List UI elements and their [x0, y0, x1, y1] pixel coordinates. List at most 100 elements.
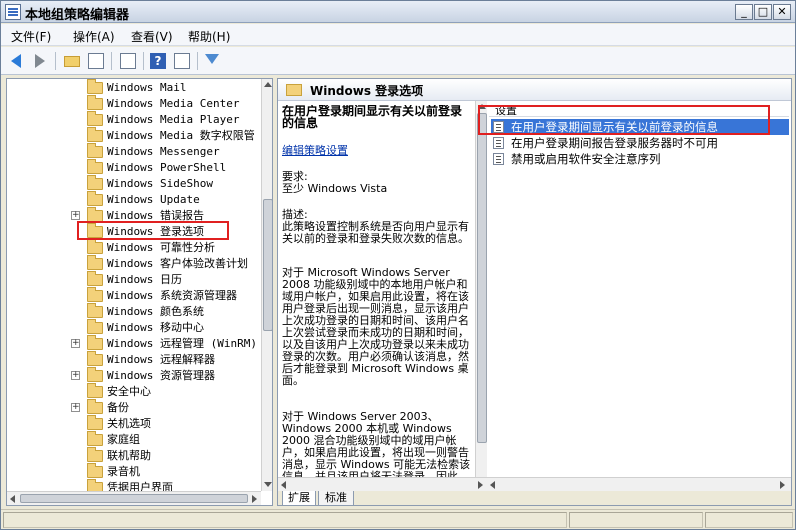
tree-item[interactable]: Windows Media 数字权限管: [7, 127, 257, 144]
scroll-down-icon[interactable]: [264, 482, 272, 487]
help-icon: ?: [150, 53, 166, 69]
folder-icon: [87, 463, 103, 478]
export-list-button[interactable]: [119, 52, 137, 70]
status-bar: [1, 509, 795, 529]
tree-item-label: Windows Update: [107, 193, 200, 206]
tree-horizontal-scrollbar[interactable]: [7, 491, 261, 505]
details-horizontal-scrollbar[interactable]: [278, 477, 791, 491]
menu-action[interactable]: 操作(A): [73, 28, 115, 45]
scroll-right-icon[interactable]: [252, 495, 257, 503]
expand-icon[interactable]: +: [71, 403, 80, 412]
tree-item-label: 安全中心: [107, 385, 151, 398]
tree-item-label: 录音机: [107, 465, 140, 478]
tree-item[interactable]: Windows PowerShell: [7, 159, 257, 176]
tree-item[interactable]: Windows 远程解释器: [7, 351, 257, 368]
scroll-right-icon[interactable]: [478, 481, 483, 489]
menu-file[interactable]: 文件(F): [11, 28, 51, 45]
close-button[interactable]: ✕: [773, 4, 791, 20]
policy-setting-row[interactable]: 禁用或启用软件安全注意序列: [491, 151, 789, 167]
scroll-left-icon[interactable]: [281, 481, 286, 489]
scroll-left-icon[interactable]: [10, 495, 15, 503]
description-paragraph-1: 对于 Microsoft Windows Server 2008 功能级别域中的…: [282, 266, 469, 387]
export-list-icon: [120, 53, 136, 69]
view-tabs: 扩展 标准: [278, 491, 791, 505]
tree-scroll-thumb[interactable]: [263, 199, 272, 331]
description-scroll-thumb[interactable]: [477, 113, 487, 443]
tree-vertical-scrollbar[interactable]: [261, 79, 272, 491]
description-scrollbar[interactable]: [475, 101, 487, 495]
tree-item[interactable]: Windows Messenger: [7, 143, 257, 160]
tree-item-label: Windows 远程管理 (WinRM): [107, 337, 257, 350]
tree-item-label: Windows 远程解释器: [107, 353, 215, 366]
help-button[interactable]: ?: [149, 52, 167, 70]
tree-item[interactable]: Windows 客户体验改善计划: [7, 255, 257, 272]
folder-icon: [87, 175, 103, 190]
tree-item[interactable]: 关机选项: [7, 415, 257, 432]
tree-item-label: Windows 资源管理器: [107, 369, 215, 382]
menu-help[interactable]: 帮助(H): [188, 28, 230, 45]
expand-icon[interactable]: +: [71, 339, 80, 348]
scroll-up-icon[interactable]: [264, 82, 272, 87]
console-tree: Windows Mail Windows Media Center Windows …: [6, 78, 273, 506]
folder-icon: [87, 383, 103, 398]
scroll-right-icon[interactable]: [780, 481, 785, 489]
folder-icon: [87, 447, 103, 462]
tree-item[interactable]: 录音机: [7, 463, 257, 480]
tree-item-label: Windows 系统资源管理器: [107, 289, 237, 302]
tab-extended[interactable]: 扩展: [282, 491, 316, 505]
expand-icon[interactable]: +: [71, 371, 80, 380]
tree-item[interactable]: Windows 系统资源管理器: [7, 287, 257, 304]
tree-hscroll-thumb[interactable]: [20, 494, 248, 503]
folder-icon: [87, 431, 103, 446]
tree-item[interactable]: 家庭组: [7, 431, 257, 448]
tree-item[interactable]: + Windows 资源管理器: [7, 367, 257, 384]
folder-icon: [87, 303, 103, 318]
properties-button[interactable]: [173, 52, 191, 70]
tree-item[interactable]: Windows 日历: [7, 271, 257, 288]
tree-item[interactable]: + 备份: [7, 399, 257, 416]
toolbar-separator: [197, 52, 198, 70]
tree-item[interactable]: Windows 颜色系统: [7, 303, 257, 320]
tree-item[interactable]: Windows 可靠性分析: [7, 239, 257, 256]
toolbar-separator: [143, 52, 144, 70]
back-button[interactable]: [9, 52, 27, 70]
policy-description-panel: 在用户登录期间显示有关以前登录的信息 编辑策略设置 要求: 至少 Windows…: [282, 105, 474, 497]
folder-icon: [87, 271, 103, 286]
minimize-button[interactable]: _: [735, 4, 753, 20]
folder-icon: [87, 95, 103, 110]
expand-icon[interactable]: +: [71, 211, 80, 220]
filter-button[interactable]: [203, 52, 221, 70]
forward-button[interactable]: [31, 52, 49, 70]
policy-setting-row[interactable]: 在用户登录期间报告登录服务器时不可用: [491, 135, 789, 151]
up-level-button[interactable]: [63, 52, 81, 70]
folder-icon: [87, 79, 103, 94]
show-hide-tree-button[interactable]: [87, 52, 105, 70]
tree-item[interactable]: 联机帮助: [7, 447, 257, 464]
folder-icon: [87, 255, 103, 270]
folder-icon: [87, 239, 103, 254]
tree-item-label: 家庭组: [107, 433, 140, 446]
tree-item[interactable]: + Windows 远程管理 (WinRM): [7, 335, 257, 352]
tree-item[interactable]: Windows 移动中心: [7, 319, 257, 336]
tree-item-label: Windows Media 数字权限管: [107, 129, 255, 142]
tree-item[interactable]: Windows Media Center: [7, 95, 257, 112]
tree-item[interactable]: Windows SideShow: [7, 175, 257, 192]
folder-up-icon: [64, 56, 80, 67]
tab-standard[interactable]: 标准: [318, 491, 354, 505]
description-text: 此策略设置控制系统是否向用户显示有关以前的登录和登录失败次数的信息。: [282, 220, 469, 245]
edit-policy-link[interactable]: 编辑策略设置: [282, 144, 348, 157]
tree-item-label: Windows Mail: [107, 81, 187, 94]
status-cell-3: [705, 512, 793, 528]
tree-item[interactable]: Windows Update: [7, 191, 257, 208]
policy-title: 在用户登录期间显示有关以前登录的信息: [282, 105, 463, 130]
tree-item[interactable]: 安全中心: [7, 383, 257, 400]
scroll-left-icon[interactable]: [490, 481, 495, 489]
menu-view[interactable]: 查看(V): [131, 28, 173, 45]
maximize-button[interactable]: □: [754, 4, 772, 20]
back-arrow-icon: [11, 54, 21, 68]
tree-item[interactable]: Windows Media Player: [7, 111, 257, 128]
tree-item[interactable]: Windows Mail: [7, 79, 257, 96]
folder-icon: [87, 415, 103, 430]
details-pane: Windows 登录选项 在用户登录期间显示有关以前登录的信息 编辑策略设置 要…: [277, 78, 792, 506]
policy-editor-icon: [5, 4, 21, 20]
